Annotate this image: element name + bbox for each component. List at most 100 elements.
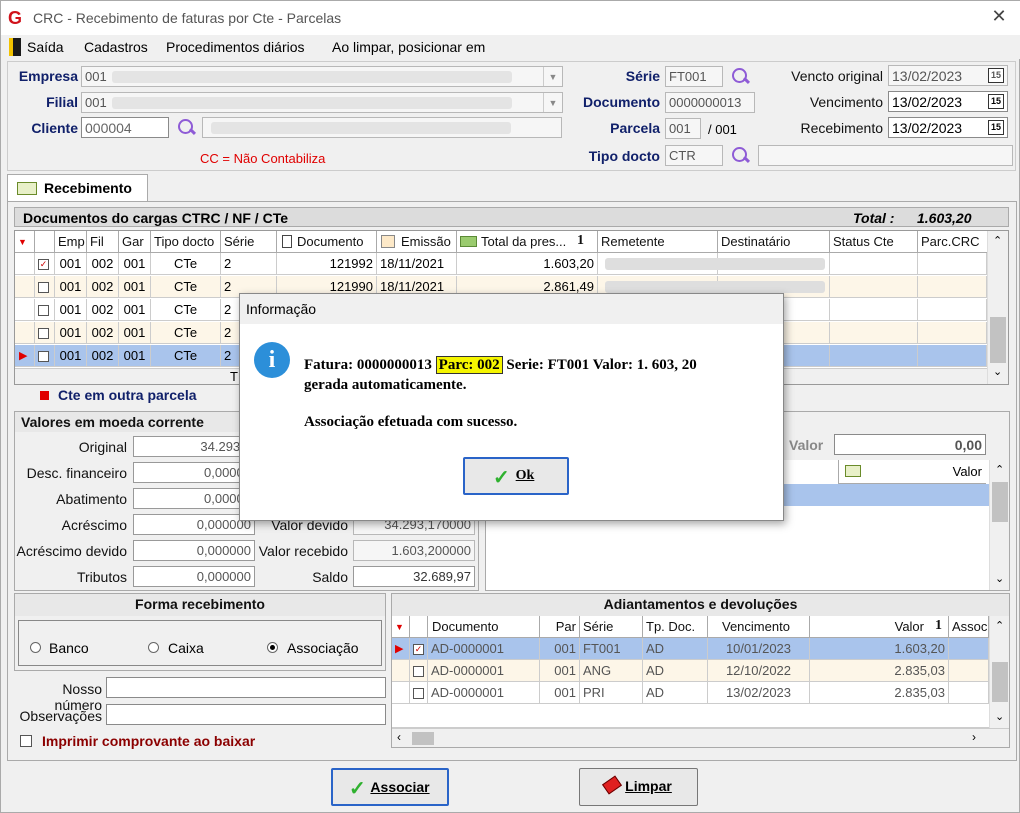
cliente-name-field (202, 117, 562, 138)
row-checkbox-cell[interactable]: ✓ (410, 638, 428, 660)
row-indicator[interactable]: ▶ (392, 638, 410, 660)
row-checkbox-cell[interactable] (410, 682, 428, 704)
radio-associacao[interactable] (267, 642, 278, 653)
tipo-docto-input[interactable]: CTR (665, 145, 723, 166)
row-checkbox-cell[interactable] (35, 299, 55, 321)
col-remetente[interactable]: Remetente (598, 231, 718, 253)
close-icon[interactable]: ✕ (989, 6, 1009, 28)
sort-arrow-icon[interactable]: ▼ (15, 231, 35, 253)
empresa-select[interactable]: 001 ▼ (81, 66, 563, 87)
scroll-thumb[interactable] (412, 732, 434, 745)
right-scrollbar[interactable]: ⌃ ⌄ (989, 460, 1009, 590)
calendar-icon[interactable]: 15 (988, 94, 1004, 109)
col-status[interactable]: Status Cte (830, 231, 918, 253)
valores-acresc-input[interactable]: 0,000000 (133, 514, 255, 535)
scroll-thumb[interactable] (990, 317, 1006, 363)
docs-scrollbar[interactable]: ⌃ ⌄ (987, 231, 1008, 384)
col-parc[interactable]: Parc.CRC (918, 231, 988, 253)
col-gar[interactable]: Gar (119, 231, 151, 253)
menu-procedimentos[interactable]: Procedimentos diários (166, 39, 305, 55)
chevron-up-icon[interactable]: ⌃ (995, 619, 1004, 632)
recebimento-input[interactable]: 13/02/2023 15 (888, 117, 1008, 138)
col-emissao[interactable]: Emissão (377, 231, 457, 253)
menu-ao-limpar[interactable]: Ao limpar, posicionar em (332, 39, 485, 55)
calendar-icon[interactable]: 15 (988, 68, 1004, 83)
valores-acresc_dev-input[interactable]: 0,000000 (133, 540, 255, 561)
valores-desc-input[interactable]: 0,00000 (133, 462, 255, 483)
row-checkbox-cell[interactable] (410, 660, 428, 682)
chevron-down-icon[interactable]: ▼ (543, 93, 562, 112)
col-adiant-valor[interactable]: Valor 1 (810, 616, 949, 638)
col-fil[interactable]: Fil (87, 231, 119, 253)
row-checkbox[interactable] (413, 688, 424, 699)
chevron-down-icon[interactable]: ⌄ (995, 710, 1004, 723)
vencimento-input[interactable]: 13/02/2023 15 (888, 91, 1008, 112)
row-checkbox[interactable] (413, 666, 424, 677)
search-icon[interactable] (176, 118, 196, 138)
row-checkbox[interactable]: ✓ (413, 644, 424, 655)
parcela-input[interactable]: 001 (665, 118, 701, 139)
row-checkbox-cell[interactable] (35, 276, 55, 298)
menu-saida[interactable]: Saída (27, 39, 64, 55)
imprimir-checkbox[interactable] (20, 735, 32, 747)
col-emp[interactable]: Emp (55, 231, 87, 253)
cliente-input[interactable]: 000004 (81, 117, 169, 138)
adiant-scrollbar[interactable]: ⌃ ⌄ (989, 616, 1009, 728)
search-icon[interactable] (730, 146, 750, 166)
chevron-down-icon[interactable]: ⌄ (993, 365, 1002, 378)
calendar-icon[interactable]: 15 (988, 120, 1004, 135)
col-serie[interactable]: Série (221, 231, 277, 253)
observacoes-input[interactable] (106, 704, 386, 725)
row-indicator[interactable]: ▶ (15, 345, 35, 367)
serie-input[interactable]: FT001 (665, 66, 723, 87)
nosso-numero-input[interactable] (106, 677, 386, 698)
col-valor[interactable]: Valor (838, 460, 986, 484)
adiant-hscroll[interactable]: ‹ › (392, 728, 1009, 747)
row-indicator (15, 276, 35, 298)
row-checkbox-cell[interactable]: ✓ (35, 253, 55, 275)
col-adiant-assoc[interactable]: Assoc (949, 616, 989, 638)
valores-abat-input[interactable]: 0,00000 (133, 488, 255, 509)
col-adiant-vencimento[interactable]: Vencimento (708, 616, 810, 638)
menu-cadastros[interactable]: Cadastros (84, 39, 148, 55)
associar-button[interactable]: ✓ Associar (331, 768, 449, 806)
radio-banco[interactable] (30, 642, 41, 653)
vencto-original-input[interactable]: 13/02/2023 15 (888, 65, 1008, 86)
filial-select[interactable]: 001 ▼ (81, 92, 563, 113)
row-checkbox[interactable] (38, 305, 49, 316)
col-adiant-tpdoc[interactable]: Tp. Doc. (643, 616, 708, 638)
valores-original-input[interactable]: 34.293,1 (133, 436, 255, 457)
col-adiant-serie[interactable]: Série (580, 616, 643, 638)
tab-recebimento[interactable]: Recebimento (7, 174, 148, 202)
row-checkbox[interactable] (38, 328, 49, 339)
search-icon[interactable] (730, 67, 750, 87)
row-checkbox[interactable] (38, 351, 49, 362)
scroll-thumb[interactable] (992, 662, 1008, 702)
ok-button[interactable]: ✓ Ok (463, 457, 569, 495)
col-adiant-documento[interactable]: Documento (428, 616, 540, 638)
chevron-right-icon[interactable]: › (972, 730, 976, 744)
col-total[interactable]: Total da pres... 1 (457, 231, 598, 253)
documento-input[interactable]: 0000000013 (665, 92, 755, 113)
row-checkbox-cell[interactable] (35, 345, 55, 367)
chevron-up-icon[interactable]: ⌃ (993, 234, 1002, 247)
col-destinatario[interactable]: Destinatário (718, 231, 830, 253)
chevron-down-icon[interactable]: ⌄ (995, 572, 1004, 585)
scroll-thumb[interactable] (992, 482, 1008, 522)
valores-saldo-input[interactable]: 32.689,97 (353, 566, 475, 587)
sort-arrow-icon[interactable]: ▼ (392, 616, 410, 638)
limpar-button[interactable]: Limpar (579, 768, 698, 806)
chevron-down-icon[interactable]: ▼ (543, 67, 562, 86)
row-checkbox-cell[interactable] (35, 322, 55, 344)
radio-caixa[interactable] (148, 642, 159, 653)
valores-tributos-input[interactable]: 0,000000 (133, 566, 255, 587)
chevron-up-icon[interactable]: ⌃ (995, 463, 1004, 476)
row-checkbox[interactable]: ✓ (38, 259, 49, 270)
valor-input[interactable]: 0,00 (834, 434, 986, 455)
row-checkbox[interactable] (38, 282, 49, 293)
col-tipo[interactable]: Tipo docto (151, 231, 221, 253)
valores-valor-recebido-input[interactable]: 1.603,200000 (353, 540, 475, 561)
chevron-left-icon[interactable]: ‹ (397, 730, 401, 744)
col-documento[interactable]: Documento (277, 231, 377, 253)
col-adiant-par[interactable]: Par (540, 616, 580, 638)
